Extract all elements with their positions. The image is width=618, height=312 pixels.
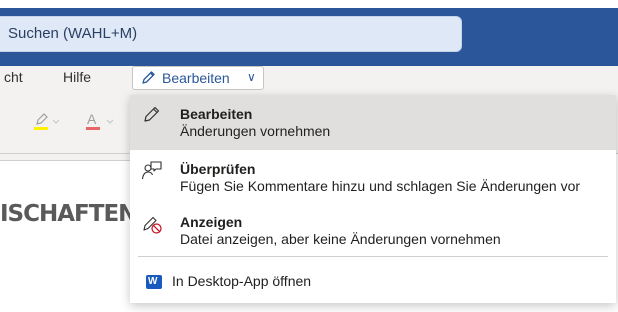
font-color-icon[interactable]: A (85, 111, 119, 137)
pencil-icon (141, 105, 161, 130)
menu-item-ueberpruefen[interactable]: Überprüfen Fügen Sie Kommentare hinzu un… (130, 150, 616, 203)
menu-item-description: Fügen Sie Kommentare hinzu und schlagen … (180, 178, 581, 194)
tab-ansicht[interactable]: cht (4, 66, 23, 96)
menu-divider (138, 256, 608, 257)
editing-mode-button[interactable]: Bearbeiten ∨ (132, 66, 264, 90)
pencil-icon (140, 70, 156, 91)
svg-text:A: A (87, 112, 97, 127)
chevron-down-icon: ∨ (247, 70, 256, 84)
open-in-desktop-app[interactable]: In Desktop-App öffnen (172, 273, 311, 289)
search-input[interactable]: Suchen (WAHL+M) (0, 16, 462, 52)
ruler-strip (0, 154, 130, 161)
highlighter-icon[interactable] (33, 112, 61, 137)
tab-hilfe[interactable]: Hilfe (63, 66, 91, 96)
menu-item-title: Überprüfen (180, 161, 256, 177)
editing-mode-label: Bearbeiten (162, 70, 230, 86)
top-strip (0, 0, 618, 8)
document-heading: ISCHAFTEN (0, 201, 136, 227)
menu-item-description: Datei anzeigen, aber keine Änderungen vo… (180, 231, 501, 247)
review-icon (141, 160, 163, 187)
editing-mode-menu: Bearbeiten Änderungen vornehmen Überprüf… (130, 95, 616, 303)
view-only-icon (141, 213, 163, 240)
menu-item-title: Bearbeiten (180, 106, 253, 122)
menu-item-description: Änderungen vornehmen (180, 123, 331, 139)
title-bar: Suchen (WAHL+M) (0, 0, 618, 66)
menu-item-anzeigen[interactable]: Anzeigen Datei anzeigen, aber keine Ände… (130, 203, 616, 256)
menu-tab-bar: cht Hilfe Bearbeiten ∨ (0, 66, 618, 96)
word-icon: W (146, 275, 162, 289)
menu-item-title: Anzeigen (180, 214, 243, 230)
menu-item-bearbeiten[interactable]: Bearbeiten Änderungen vornehmen (130, 95, 616, 150)
